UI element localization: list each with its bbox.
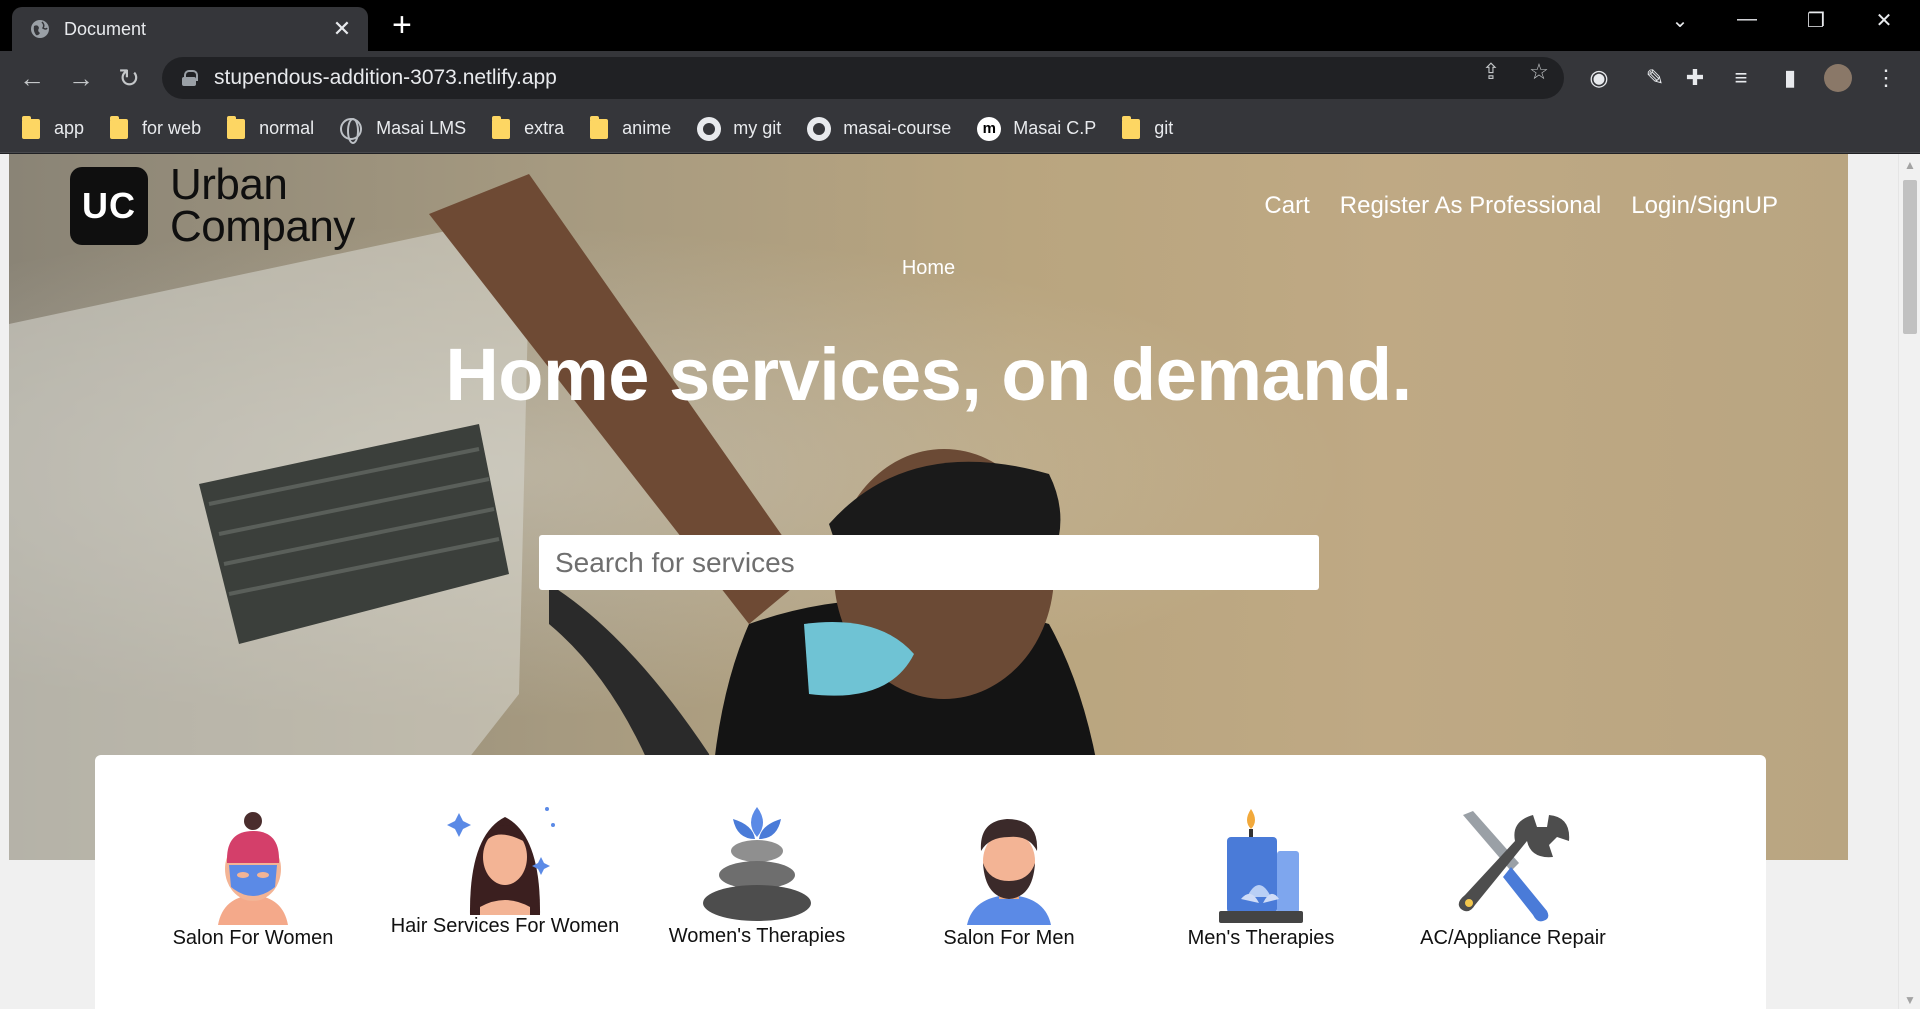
search-input[interactable] (539, 535, 1319, 590)
scroll-up-icon[interactable]: ▲ (1899, 158, 1920, 172)
login-signup-link[interactable]: Login/SignUP (1631, 192, 1778, 220)
masai-icon: m (977, 116, 1002, 141)
folder-icon (590, 115, 609, 139)
bookmark-masai-lms[interactable]: Masai LMS (340, 117, 466, 144)
globe-icon (31, 20, 49, 38)
service-salon-women[interactable]: Salon For Women (138, 807, 368, 950)
lock-icon (182, 70, 198, 86)
services-panel: Salon For Women Hair Services For Women (95, 755, 1766, 1009)
github-icon (807, 116, 832, 141)
service-salon-men[interactable]: Salon For Men (894, 807, 1124, 950)
bookmark-normal[interactable]: normal (227, 115, 314, 139)
browser-tab[interactable]: Document ✕ (12, 7, 368, 51)
folder-icon (492, 115, 511, 139)
page-viewport: UC Urban Company Cart Register As Profes… (0, 154, 1920, 1009)
service-label: AC/Appliance Repair (1420, 927, 1606, 949)
top-nav: Cart Register As Professional Login/Sign… (1234, 192, 1778, 220)
page-scrollbar[interactable]: ▲ ▼ (1898, 154, 1920, 1009)
bookmark-masai-cp[interactable]: m Masai C.P (977, 116, 1096, 141)
browser-titlebar: Document ✕ + ⌄ — ❐ ✕ (0, 0, 1920, 51)
register-professional-link[interactable]: Register As Professional (1340, 192, 1601, 220)
extension-icon[interactable]: ◉ (1585, 64, 1613, 92)
bookmarks-bar: app for web normal Masai LMS extra anime… (0, 105, 1920, 153)
tab-title: Document (64, 18, 147, 39)
minimize-icon[interactable]: — (1727, 8, 1767, 31)
browser-toolbar: ← → ↻ stupendous-addition-3073.netlify.a… (0, 51, 1920, 105)
urban-company-logo[interactable]: UC Urban Company (70, 160, 355, 251)
service-ac-repair[interactable]: AC/Appliance Repair (1398, 807, 1628, 950)
bookmark-anime[interactable]: anime (590, 115, 671, 139)
reload-icon[interactable]: ↻ (114, 63, 144, 93)
tab-search-icon[interactable]: ⌄ (1660, 8, 1700, 33)
service-womens-therapies[interactable]: Women's Therapies (642, 805, 872, 948)
hero-headline: Home services, on demand. (445, 333, 1412, 416)
wrench-screwdriver-icon (1458, 811, 1570, 922)
share-icon[interactable]: ⇪ (1478, 59, 1504, 85)
folder-icon (22, 115, 40, 139)
logo-mark: UC (70, 167, 148, 245)
url-text: stupendous-addition-3073.netlify.app (214, 66, 557, 89)
service-label: Men's Therapies (1187, 927, 1335, 949)
menu-kebab-icon[interactable]: ⋮ (1872, 64, 1900, 92)
home-link[interactable]: Home (9, 257, 1848, 280)
woman-face-mask-icon (218, 812, 288, 925)
puzzle-extensions-icon[interactable]: ✚ (1681, 64, 1709, 92)
back-icon[interactable]: ← (17, 63, 47, 93)
folder-icon (110, 115, 129, 139)
bookmark-star-icon[interactable]: ☆ (1526, 59, 1552, 85)
media-control-icon[interactable]: ≡ (1727, 64, 1755, 92)
candle-lotus-icon (1219, 809, 1303, 923)
scroll-down-icon[interactable]: ▼ (1899, 993, 1920, 1007)
bookmark-extra[interactable]: extra (492, 115, 564, 139)
bookmark-git[interactable]: git (1122, 115, 1173, 139)
service-label: Hair Services For Women (390, 915, 620, 937)
pen-extension-icon[interactable]: ✎ (1641, 64, 1669, 92)
service-label: Salon For Women (172, 927, 334, 949)
globe-icon (340, 117, 363, 144)
bookmark-app[interactable]: app (22, 115, 84, 139)
service-mens-therapies[interactable]: Men's Therapies (1146, 807, 1376, 950)
restore-icon[interactable]: ❐ (1796, 8, 1836, 33)
man-beard-icon (967, 819, 1051, 925)
side-panel-icon[interactable]: ▮ (1776, 64, 1804, 92)
scroll-thumb[interactable] (1903, 180, 1917, 334)
spa-stones-lotus-icon (703, 807, 811, 921)
bookmark-for-web[interactable]: for web (110, 115, 201, 139)
window-close-icon[interactable]: ✕ (1864, 8, 1904, 33)
bookmark-my-git[interactable]: my git (697, 116, 781, 141)
new-tab-button[interactable]: + (392, 8, 412, 42)
folder-icon (1122, 115, 1141, 139)
bookmark-masai-course[interactable]: masai-course (807, 116, 951, 141)
address-bar[interactable]: stupendous-addition-3073.netlify.app (162, 57, 1564, 99)
profile-avatar[interactable] (1824, 64, 1852, 92)
forward-icon[interactable]: → (66, 63, 96, 93)
github-icon (697, 116, 722, 141)
woman-long-hair-icon (447, 807, 555, 915)
folder-icon (227, 115, 246, 139)
logo-wordmark: Urban Company (170, 160, 355, 251)
cart-link[interactable]: Cart (1264, 192, 1309, 220)
close-tab-icon[interactable]: ✕ (330, 18, 354, 40)
service-label: Salon For Men (943, 927, 1075, 949)
service-label: Women's Therapies (668, 925, 846, 947)
service-hair-women[interactable]: Hair Services For Women (390, 795, 620, 938)
